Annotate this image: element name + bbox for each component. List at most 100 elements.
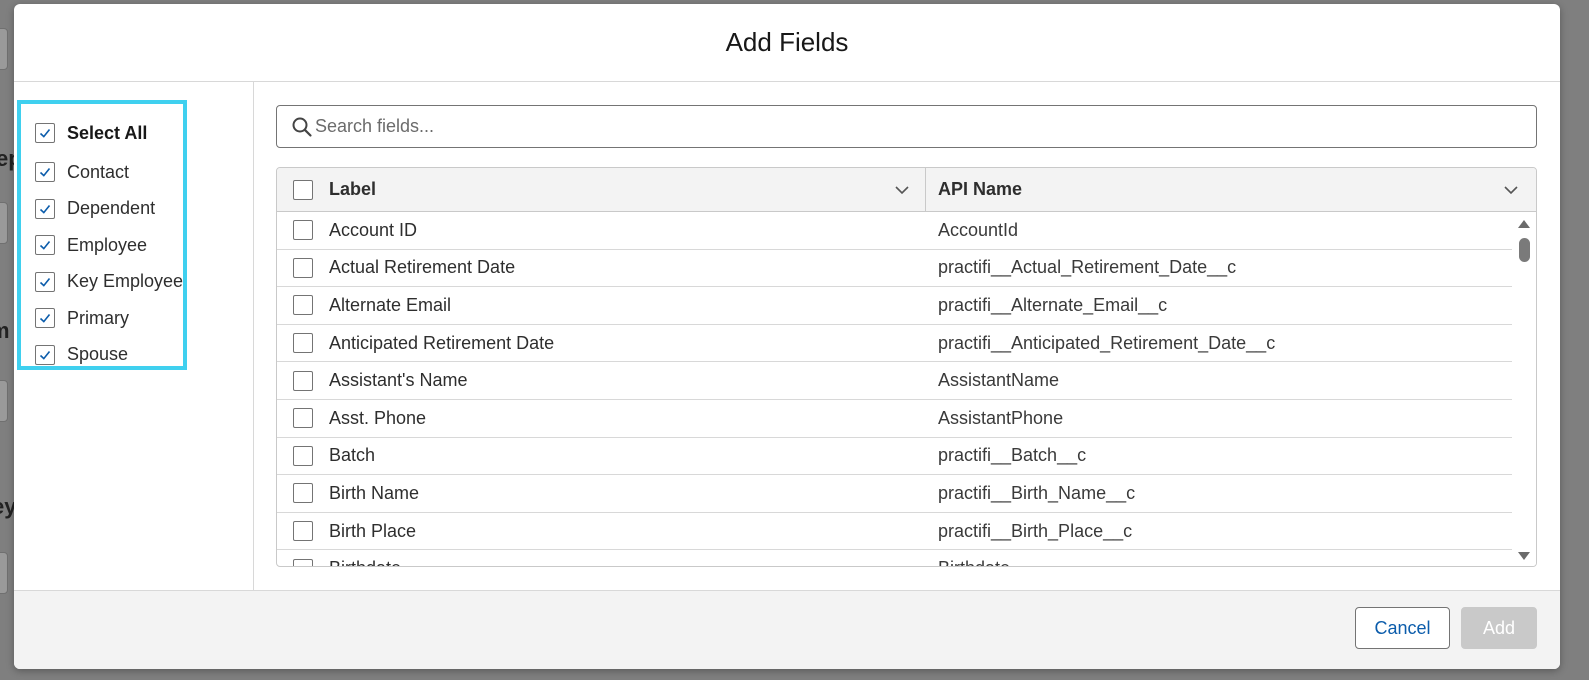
fields-table: Label API Name Account ID AccountId Actu… bbox=[276, 167, 1537, 567]
filter-option-dependent[interactable]: Dependent bbox=[35, 191, 169, 228]
row-checkbox-cell bbox=[277, 408, 329, 429]
fields-panel: Label API Name Account ID AccountId bbox=[254, 82, 1560, 590]
table-row[interactable]: Birthdate Birthdate bbox=[277, 550, 1512, 566]
filter-option-key-employee[interactable]: Key Employee bbox=[35, 264, 183, 301]
backdrop-field bbox=[0, 380, 8, 422]
table-scrollbar[interactable] bbox=[1512, 212, 1536, 566]
row-checkbox-cell bbox=[277, 220, 329, 241]
row-checkbox[interactable] bbox=[293, 295, 313, 316]
chevron-down-icon[interactable] bbox=[893, 181, 911, 199]
row-api-name: practifi__Batch__c bbox=[938, 445, 1087, 466]
row-label: Asst. Phone bbox=[329, 407, 427, 428]
row-api-name: AssistantPhone bbox=[938, 407, 1064, 428]
record-type-filter-list: Select All Contact Dependent Employee Ke… bbox=[17, 100, 187, 370]
check-icon bbox=[39, 277, 51, 287]
row-checkbox-cell bbox=[277, 257, 329, 278]
row-label: Assistant's Name bbox=[329, 370, 468, 391]
modal-footer: Cancel Add bbox=[14, 590, 1560, 669]
table-row[interactable]: Anticipated Retirement Date practifi__An… bbox=[277, 325, 1512, 363]
row-label: Alternate Email bbox=[329, 294, 452, 315]
backdrop-heading: m bbox=[0, 318, 10, 344]
check-icon bbox=[39, 128, 51, 138]
column-header-text: API Name bbox=[938, 179, 1023, 199]
check-icon bbox=[39, 204, 51, 214]
row-api-name: practifi__Anticipated_Retirement_Date__c bbox=[938, 332, 1276, 353]
cancel-button[interactable]: Cancel bbox=[1355, 607, 1450, 649]
backdrop-field bbox=[0, 202, 8, 244]
check-icon bbox=[39, 168, 51, 178]
row-checkbox[interactable] bbox=[293, 483, 313, 504]
row-label: Anticipated Retirement Date bbox=[329, 332, 555, 353]
select-all-checkbox[interactable] bbox=[35, 123, 55, 143]
row-label: Batch bbox=[329, 445, 376, 466]
filter-checkbox[interactable] bbox=[35, 308, 55, 329]
filter-checkbox[interactable] bbox=[35, 235, 55, 256]
row-checkbox[interactable] bbox=[293, 558, 313, 566]
search-icon bbox=[292, 117, 312, 137]
table-header: Label API Name bbox=[277, 168, 1536, 212]
table-row[interactable]: Assistant's Name AssistantName bbox=[277, 362, 1512, 400]
scroll-down-arrow-icon[interactable] bbox=[1518, 552, 1530, 560]
row-checkbox-cell bbox=[277, 558, 329, 566]
row-checkbox-cell bbox=[277, 521, 329, 542]
row-checkbox-cell bbox=[277, 295, 329, 316]
table-row[interactable]: Asst. Phone AssistantPhone bbox=[277, 400, 1512, 438]
filter-label: Key Employee bbox=[67, 271, 184, 292]
add-fields-modal: Add Fields Select All Contact Dependent bbox=[14, 4, 1560, 669]
row-api-name: AccountId bbox=[938, 219, 1019, 240]
backdrop-field bbox=[0, 552, 8, 594]
row-checkbox-cell bbox=[277, 333, 329, 354]
filter-checkbox[interactable] bbox=[35, 271, 55, 292]
filter-option-contact[interactable]: Contact bbox=[35, 154, 169, 191]
scroll-up-arrow-icon[interactable] bbox=[1518, 220, 1530, 228]
filter-label: Employee bbox=[67, 234, 148, 255]
check-icon bbox=[39, 314, 51, 324]
filter-label: Contact bbox=[67, 161, 130, 182]
column-header-label[interactable]: Label bbox=[329, 168, 926, 211]
select-all-option[interactable]: Select All bbox=[35, 112, 169, 154]
table-row[interactable]: Actual Retirement Date practifi__Actual_… bbox=[277, 250, 1512, 288]
row-checkbox[interactable] bbox=[293, 257, 313, 278]
row-checkbox[interactable] bbox=[293, 220, 313, 241]
table-row[interactable]: Alternate Email practifi__Alternate_Emai… bbox=[277, 287, 1512, 325]
table-row[interactable]: Account ID AccountId bbox=[277, 212, 1512, 250]
select-all-label: Select All bbox=[67, 122, 148, 143]
filter-label: Spouse bbox=[67, 344, 129, 365]
row-label: Account ID bbox=[329, 219, 418, 240]
row-api-name: practifi__Birth_Place__c bbox=[938, 520, 1133, 541]
filter-option-spouse[interactable]: Spouse bbox=[35, 337, 169, 374]
row-checkbox[interactable] bbox=[293, 408, 313, 429]
search-box[interactable] bbox=[276, 105, 1537, 148]
filter-label: Dependent bbox=[67, 198, 156, 219]
filter-checkbox[interactable] bbox=[35, 162, 55, 183]
row-checkbox-cell bbox=[277, 370, 329, 391]
modal-header: Add Fields bbox=[14, 4, 1560, 82]
row-checkbox[interactable] bbox=[293, 370, 313, 391]
row-label: Birth Name bbox=[329, 482, 420, 503]
filter-label: Primary bbox=[67, 307, 129, 328]
row-api-name: AssistantName bbox=[938, 370, 1060, 391]
column-header-api-name[interactable]: API Name bbox=[926, 168, 1536, 211]
table-body: Account ID AccountId Actual Retirement D… bbox=[277, 212, 1512, 566]
row-api-name: practifi__Actual_Retirement_Date__c bbox=[938, 257, 1237, 278]
select-all-rows-checkbox[interactable] bbox=[293, 179, 313, 200]
scrollbar-thumb[interactable] bbox=[1519, 238, 1530, 262]
row-label: Birth Place bbox=[329, 520, 417, 541]
row-checkbox[interactable] bbox=[293, 445, 313, 466]
table-row[interactable]: Birth Place practifi__Birth_Place__c bbox=[277, 513, 1512, 551]
filter-option-primary[interactable]: Primary bbox=[35, 300, 169, 337]
row-checkbox-cell bbox=[277, 445, 329, 466]
add-button[interactable]: Add bbox=[1461, 607, 1537, 649]
row-checkbox[interactable] bbox=[293, 521, 313, 542]
row-api-name: Birthdate bbox=[926, 558, 1512, 566]
filter-checkbox[interactable] bbox=[35, 344, 55, 365]
table-row[interactable]: Batch practifi__Batch__c bbox=[277, 438, 1512, 476]
row-checkbox-cell bbox=[277, 483, 329, 504]
search-input[interactable] bbox=[315, 116, 1515, 137]
filter-checkbox[interactable] bbox=[35, 198, 55, 219]
row-checkbox[interactable] bbox=[293, 333, 313, 354]
modal-title: Add Fields bbox=[725, 27, 849, 57]
table-row[interactable]: Birth Name practifi__Birth_Name__c bbox=[277, 475, 1512, 513]
filter-option-employee[interactable]: Employee bbox=[35, 227, 169, 264]
chevron-down-icon[interactable] bbox=[1502, 181, 1520, 199]
